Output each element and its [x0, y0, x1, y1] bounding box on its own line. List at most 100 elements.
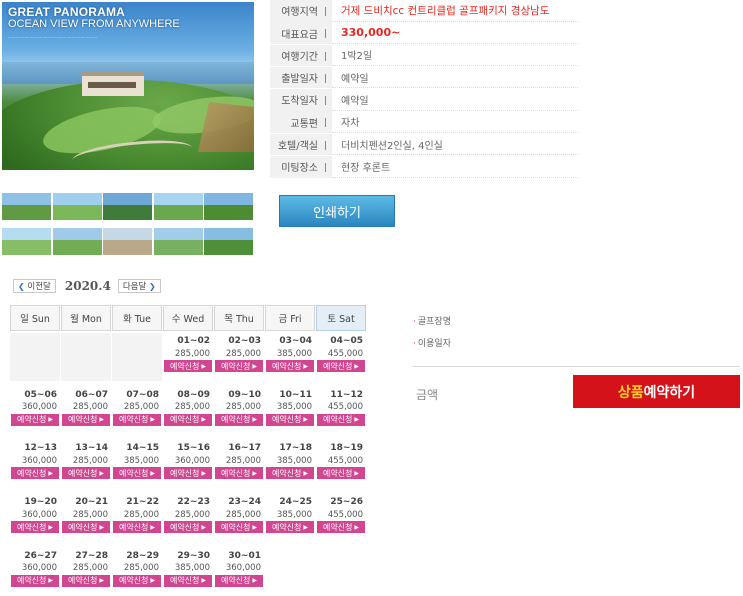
reserve-request-button[interactable]: 예약신청 ▶ — [215, 413, 263, 426]
day-date-range: 25~26 — [330, 497, 363, 508]
reserve-request-button[interactable]: 예약신청 ▶ — [164, 467, 212, 480]
divider — [413, 366, 740, 367]
arrow-right-icon: ▶ — [252, 469, 258, 477]
arrow-right-icon: ▶ — [99, 577, 105, 585]
arrow-right-icon: ▶ — [303, 362, 309, 370]
reserve-request-label: 예약신청 — [271, 522, 302, 532]
reserve-request-button[interactable]: 예약신청 ▶ — [215, 467, 263, 480]
calendar-day: 29~30 385,000 예약신청 ▶ — [163, 548, 213, 596]
info-label: 호텔/객실 — [270, 133, 332, 156]
use-date-label: 이용일자 — [417, 339, 451, 349]
reserve-request-button[interactable]: 예약신청 ▶ — [113, 521, 161, 534]
reserve-request-button[interactable]: 예약신청 ▶ — [11, 574, 59, 587]
trip-info-table: 여행지역 거제 드비치cc 컨트리클럽 골프패키지 경상남도 대표요금 330,000… — [270, 0, 578, 178]
arrow-right-icon: ▶ — [48, 416, 54, 424]
arrow-right-icon: ▶ — [303, 469, 309, 477]
arrow-right-icon: ▶ — [252, 523, 258, 531]
reserve-request-button[interactable]: 예약신청 ▶ — [215, 574, 263, 587]
reserve-request-button[interactable]: 예약신청 ▶ — [317, 360, 365, 372]
reserve-request-button[interactable]: 예약신청 ▶ — [164, 574, 212, 587]
reserve-request-button[interactable]: 예약신청 ▶ — [215, 360, 263, 372]
reserve-request-button[interactable]: 예약신청 ▶ — [113, 467, 161, 480]
thumbnail-land — [2, 205, 51, 220]
reserve-request-button[interactable]: 예약신청 ▶ — [317, 467, 365, 480]
thumbnail-image[interactable] — [204, 228, 254, 255]
hero-photo: GREAT PANORAMA OCEAN VIEW FROM ANYWHERE … — [2, 2, 254, 170]
arrow-right-icon: ▶ — [201, 362, 207, 370]
day-price: 285,000 — [225, 509, 261, 520]
required-marker: · — [413, 339, 416, 349]
reserve-request-label: 예약신청 — [118, 522, 149, 532]
day-price: 360,000 — [21, 402, 57, 413]
thumbnail-image[interactable] — [103, 228, 153, 255]
arrow-right-icon: ▶ — [150, 577, 156, 585]
reserve-request-button[interactable]: 예약신청 ▶ — [266, 467, 314, 480]
reserve-request-button[interactable]: 예약신청 ▶ — [11, 521, 59, 534]
info-row: 호텔/객실 더비치펜션2인실, 4인실 — [270, 133, 578, 156]
arrow-right-icon: ▶ — [48, 523, 54, 531]
thumbnail-sky — [103, 193, 153, 206]
day-date-range: 11~12 — [330, 389, 363, 400]
hero-fine-print: ········································… — [8, 35, 98, 40]
reserve-request-button[interactable]: 예약신청 ▶ — [11, 413, 59, 426]
book-product-button[interactable]: 상품 예약하기 — [573, 375, 740, 408]
arrow-right-icon: ▶ — [354, 523, 360, 531]
reserve-request-button[interactable]: 예약신청 ▶ — [62, 574, 110, 587]
info-value: 1박2일 — [332, 45, 578, 67]
reserve-request-button[interactable]: 예약신청 ▶ — [164, 360, 212, 372]
thumbnail-sky — [204, 193, 254, 206]
thumbnail-image[interactable] — [2, 228, 51, 255]
calendar-day: 16~17 285,000 예약신청 ▶ — [214, 440, 264, 488]
thumbnail-image[interactable] — [2, 193, 51, 220]
day-price: 455,000 — [327, 509, 363, 520]
reserve-request-button[interactable]: 예약신청 ▶ — [113, 574, 161, 587]
reserve-request-label: 예약신청 — [118, 415, 149, 425]
reserve-request-label: 예약신청 — [67, 415, 98, 425]
print-button[interactable]: 인쇄하기 — [279, 195, 395, 227]
reserve-request-label: 예약신청 — [169, 576, 200, 586]
calendar-day: 05~06 360,000 예약신청 ▶ — [10, 387, 60, 435]
day-date-range: 06~07 — [75, 389, 108, 400]
prev-month-label: 이전달 — [27, 282, 51, 292]
thumbnail-image[interactable] — [52, 228, 102, 255]
day-price: 455,000 — [327, 348, 363, 359]
prev-month-button[interactable]: ❮ 이전달 — [13, 279, 56, 293]
thumbnail-image[interactable] — [153, 228, 203, 255]
reserve-request-button[interactable]: 예약신청 ▶ — [266, 521, 314, 534]
reserve-request-button[interactable]: 예약신청 ▶ — [62, 413, 110, 426]
day-date-range: 10~11 — [279, 389, 312, 400]
day-date-range: 15~16 — [177, 443, 210, 454]
info-row: 미팅장소 현장 후론트 — [270, 156, 578, 178]
golf-course-label: 골프장명 — [417, 317, 451, 327]
arrow-right-icon: ▶ — [150, 416, 156, 424]
day-date-range: 02~03 — [228, 336, 261, 346]
calendar-day: 06~07 285,000 예약신청 ▶ — [61, 387, 111, 435]
reserve-request-button[interactable]: 예약신청 ▶ — [317, 521, 365, 534]
next-month-button[interactable]: 다음달 ❯ — [117, 279, 161, 293]
calendar-day: 26~27 360,000 예약신청 ▶ — [10, 548, 60, 596]
arrow-right-icon: ▶ — [201, 523, 207, 531]
day-date-range: 17~18 — [279, 443, 312, 454]
reserve-request-button[interactable]: 예약신청 ▶ — [11, 467, 59, 480]
reserve-request-button[interactable]: 예약신청 ▶ — [164, 521, 212, 534]
calendar-empty-day — [265, 547, 315, 596]
day-price: 285,000 — [123, 509, 159, 520]
thumbnail-sky — [2, 228, 51, 241]
thumbnail-image[interactable] — [52, 193, 102, 220]
thumbnail-image[interactable] — [153, 193, 203, 220]
day-price: 285,000 — [174, 509, 210, 520]
reserve-request-button[interactable]: 예약신청 ▶ — [164, 413, 212, 426]
reserve-request-button[interactable]: 예약신청 ▶ — [113, 413, 161, 426]
reserve-request-button[interactable]: 예약신청 ▶ — [266, 360, 314, 372]
thumbnail-image[interactable] — [103, 193, 153, 220]
reserve-request-button[interactable]: 예약신청 ▶ — [62, 467, 110, 480]
day-price: 385,000 — [276, 509, 312, 520]
day-price: 285,000 — [72, 563, 108, 574]
thumbnail-image[interactable] — [204, 193, 254, 220]
reserve-request-button[interactable]: 예약신청 ▶ — [62, 521, 110, 534]
day-price: 385,000 — [276, 455, 312, 466]
reserve-request-button[interactable]: 예약신청 ▶ — [215, 521, 263, 534]
reserve-request-button[interactable]: 예약신청 ▶ — [266, 413, 314, 426]
calendar-day: 12~13 360,000 예약신청 ▶ — [10, 440, 60, 488]
reserve-request-button[interactable]: 예약신청 ▶ — [317, 413, 365, 426]
